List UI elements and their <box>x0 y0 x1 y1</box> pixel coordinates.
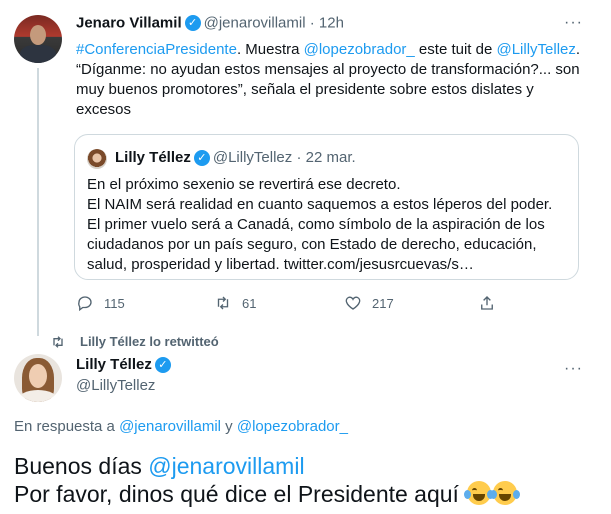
quoted-line: En el próximo sexenio se revertirá ese d… <box>87 176 401 193</box>
text-fragment: este tuit de <box>414 41 497 58</box>
reply-button[interactable]: 115 <box>76 294 125 312</box>
thread-line <box>37 68 39 336</box>
heart-icon <box>345 296 361 310</box>
quoted-tweet-header: Lilly Téllez ✓ @LillyTellez · 22 mar. <box>115 149 356 167</box>
tweet-text: #ConferenciaPresidente. Muestra @lopezob… <box>76 40 588 120</box>
avatar-body <box>20 45 56 63</box>
retweet-notice-icon <box>53 336 63 348</box>
mention-link[interactable]: @lopezobrador_ <box>304 41 415 58</box>
reply-prefix: En respuesta a <box>14 418 120 435</box>
author-handle[interactable]: @jenarovillamil <box>204 15 306 32</box>
header-separator: · <box>309 14 315 32</box>
quoted-author-handle: @LillyTellez <box>212 149 293 166</box>
quoted-tweet-date: 22 mar. <box>305 149 356 166</box>
text-fragment: Por favor, dinos qué dice el Presidente … <box>14 481 466 507</box>
retweet-notice[interactable]: Lilly Téllez lo retwitteó <box>80 334 219 349</box>
reply-author-name-row: Lilly Téllez ✓ <box>76 356 174 374</box>
author-avatar[interactable] <box>14 15 62 63</box>
quoted-author-name: Lilly Téllez <box>115 149 191 166</box>
reply-icon <box>78 296 92 312</box>
replying-to: En respuesta a @jenarovillamil y @lopezo… <box>14 418 348 435</box>
mention-link[interactable]: @jenarovillamil <box>119 418 221 435</box>
avatar-face <box>30 25 46 45</box>
reply-author-avatar[interactable] <box>14 354 62 402</box>
quoted-tweet-text: En el próximo sexenio se revertirá ese d… <box>87 175 567 275</box>
reply-author-handle[interactable]: @LillyTellez <box>76 377 155 394</box>
tweet-time[interactable]: 12h <box>319 15 344 32</box>
retweet-button[interactable]: 61 <box>214 294 256 312</box>
mention-link[interactable]: @LillyTellez <box>496 41 575 58</box>
share-icon <box>481 296 493 310</box>
reply-count: 115 <box>104 295 125 311</box>
main-tweet[interactable]: Jenaro Villamil ✓ @jenarovillamil · 12h ··… <box>0 0 611 336</box>
tweet-header: Jenaro Villamil ✓ @jenarovillamil · 12h <box>76 14 344 32</box>
text-fragment: . <box>575 41 581 58</box>
reply-tweet-text: Buenos días @jenarovillamil Por favor, d… <box>14 452 604 508</box>
hashtag-link[interactable]: #ConferenciaPresidente <box>76 41 237 58</box>
retweet-icon <box>217 296 229 310</box>
retweet-notice-text: Lilly Téllez lo retwitteó <box>80 334 219 349</box>
mention-link[interactable]: @lopezobrador_ <box>237 418 348 435</box>
mention-link[interactable]: @jenarovillamil <box>148 453 304 479</box>
quoted-tweet[interactable]: Lilly Téllez ✓ @LillyTellez · 22 mar. En e… <box>74 134 579 280</box>
text-fragment: “Díganme: no ayudan estos mensajes al pr… <box>76 61 580 118</box>
verified-badge-icon: ✓ <box>154 357 171 374</box>
text-fragment: Buenos días <box>14 453 149 479</box>
face-with-tears-of-joy-icon <box>464 481 495 505</box>
retweet-count: 61 <box>242 295 257 311</box>
verified-badge-icon: ✓ <box>184 15 201 32</box>
quoted-line: El NAIM será realidad en cuanto saquemos… <box>87 196 553 273</box>
text-fragment: . Muestra <box>236 41 304 58</box>
like-count: 217 <box>372 295 394 311</box>
avatar-face <box>29 364 47 388</box>
verified-badge-icon: ✓ <box>193 150 210 167</box>
reply-author-name[interactable]: Lilly Téllez <box>76 356 152 373</box>
more-options-icon[interactable]: ··· <box>564 14 583 32</box>
quoted-author-avatar <box>87 149 107 169</box>
more-options-icon[interactable]: ··· <box>564 360 583 378</box>
header-separator: · <box>296 149 302 166</box>
like-button[interactable]: 217 <box>344 294 394 312</box>
author-name[interactable]: Jenaro Villamil <box>76 15 182 32</box>
tweet-actions: 115 61 217 <box>76 294 536 316</box>
face-with-tears-of-joy-icon <box>490 481 521 505</box>
reply-and: y <box>221 418 237 435</box>
share-button[interactable] <box>478 294 496 312</box>
